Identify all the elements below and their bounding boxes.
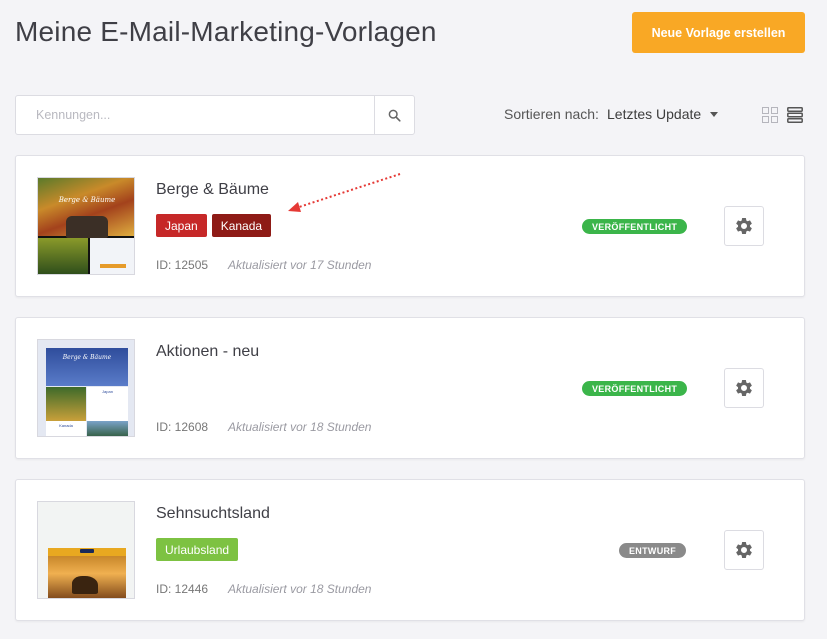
updated-time: Aktualisiert vor 17 Stunden xyxy=(228,258,372,272)
search-bar xyxy=(15,95,415,135)
template-id: ID: 12608 xyxy=(156,420,209,434)
template-title[interactable]: Aktionen - neu xyxy=(156,343,259,361)
gear-icon xyxy=(736,217,752,234)
thumb-textblock xyxy=(90,238,134,274)
thumb-logo xyxy=(80,549,94,553)
thumb-feet-image xyxy=(66,216,108,238)
sort-label: Sortieren nach: xyxy=(504,106,599,122)
settings-button[interactable] xyxy=(724,530,764,570)
tag-list: Urlaubsland xyxy=(156,538,239,561)
template-thumbnail[interactable]: Berge & Bäume Japan Kanada xyxy=(37,339,135,437)
thumb-title: Berge & Bäume xyxy=(62,354,112,361)
thumb-photo xyxy=(87,421,128,436)
status-badge: ENTWURF xyxy=(619,543,687,558)
thumb-title: Berge & Bäume xyxy=(58,196,116,204)
search-button[interactable] xyxy=(374,96,414,134)
annotation-arrow xyxy=(288,173,401,212)
search-input[interactable] xyxy=(16,96,374,134)
sort-dropdown[interactable]: Letztes Update xyxy=(607,106,719,122)
template-meta: ID: 12505 Aktualisiert vor 17 Stunden xyxy=(156,258,371,272)
settings-button[interactable] xyxy=(724,206,764,246)
template-card[interactable]: Berge & Bäume Japan Kanada Aktionen - ne… xyxy=(15,317,805,459)
template-id: ID: 12446 xyxy=(156,582,209,596)
search-icon xyxy=(388,109,401,122)
tag[interactable]: Urlaubsland xyxy=(156,538,239,561)
thumb-label-japan: Japan xyxy=(102,389,113,394)
list-view-icon[interactable] xyxy=(787,107,803,123)
thumb-cta xyxy=(100,264,126,268)
tag[interactable]: Kanada xyxy=(211,214,272,237)
thumb-photo xyxy=(46,387,86,421)
updated-time: Aktualisiert vor 18 Stunden xyxy=(228,420,372,434)
updated-time: Aktualisiert vor 18 Stunden xyxy=(228,582,372,596)
tag[interactable]: Japan xyxy=(156,214,207,237)
thumb-label-kanada: Kanada xyxy=(59,423,73,428)
status-badge: VERÖFFENTLICHT xyxy=(582,219,688,234)
caret-down-icon xyxy=(710,112,719,117)
page-title: Meine E-Mail-Marketing-Vorlagen xyxy=(15,16,437,47)
tag-list: Japan Kanada xyxy=(156,214,272,237)
gear-icon xyxy=(736,542,752,558)
template-thumbnail[interactable]: Berge & Bäume xyxy=(37,177,135,275)
grid-view-icon[interactable] xyxy=(762,107,778,123)
template-title[interactable]: Berge & Bäume xyxy=(156,181,269,199)
template-thumbnail[interactable] xyxy=(37,501,135,599)
template-meta: ID: 12608 Aktualisiert vor 18 Stunden xyxy=(156,420,371,434)
settings-button[interactable] xyxy=(724,368,764,408)
template-card[interactable]: Berge & Bäume Berge & Bäume Japan Kanada… xyxy=(15,155,805,297)
sort-value: Letztes Update xyxy=(607,106,702,122)
gear-icon xyxy=(736,379,752,396)
template-id: ID: 12505 xyxy=(156,258,209,272)
thumb-photo xyxy=(38,238,88,274)
status-badge: VERÖFFENTLICHT xyxy=(582,381,688,396)
thumb-horse-silhouette xyxy=(72,576,98,594)
new-template-button[interactable]: Neue Vorlage erstellen xyxy=(632,12,805,53)
template-meta: ID: 12446 Aktualisiert vor 18 Stunden xyxy=(156,582,371,596)
template-card[interactable]: Sehnsuchtsland Urlaubsland ID: 12446 Akt… xyxy=(15,479,805,621)
template-title[interactable]: Sehnsuchtsland xyxy=(156,505,270,523)
